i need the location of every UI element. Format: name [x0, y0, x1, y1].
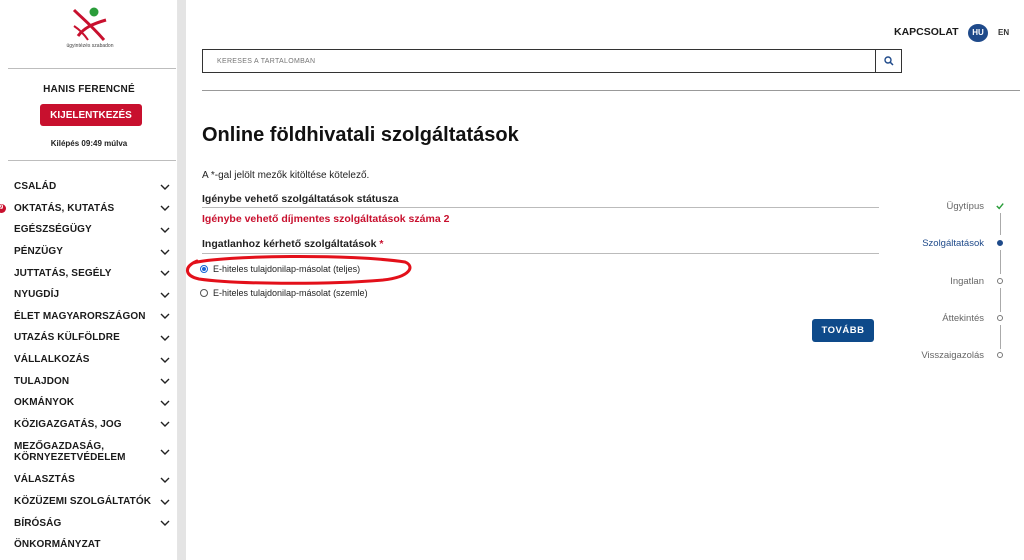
sidebar-item[interactable]: TULAJDON	[0, 370, 178, 392]
sidebar-item[interactable]: KÖZIGAZGATÁS, JOG	[0, 414, 178, 436]
sidebar-item[interactable]: VÁLLALKOZÁS	[0, 349, 178, 371]
sidebar-item-label: MEZŐGAZDASÁG, KÖRNYEZETVÉDELEM	[14, 441, 126, 464]
status-text: Igénybe vehető díjmentes szolgáltatások …	[202, 213, 450, 225]
chevron-down-icon[interactable]	[160, 184, 170, 190]
sidebar-item-label: KÖZIGAZGATÁS, JOG	[14, 418, 122, 430]
chevron-down-icon[interactable]	[160, 335, 170, 341]
sidebar-item-label: ÉLET MAGYARORSZÁGON	[14, 310, 146, 322]
logo-tagline: ügyintézés szabadon	[66, 43, 114, 49]
chevron-down-icon[interactable]	[160, 421, 170, 428]
step-active-dot	[996, 239, 1004, 247]
required-note: A *-gal jelölt mezők kitöltése kötelező.	[202, 170, 370, 181]
chevron-down-icon[interactable]	[160, 378, 170, 385]
search-button[interactable]	[875, 49, 902, 73]
sidebar-item-label: KÖZÜZEMI SZOLGÁLTATÓK	[14, 496, 152, 508]
option-survey-copy[interactable]: E-hiteles tulajdonilap-másolat (szemle)	[200, 288, 368, 298]
search-icon	[883, 56, 894, 66]
step-dot	[996, 351, 1004, 359]
sidebar-item-label: UTAZÁS KÜLFÖLDRE	[14, 332, 120, 344]
chevron-down-icon[interactable]	[160, 313, 170, 320]
sidebar-item-label: ÖNKORMÁNYZAT	[14, 539, 101, 551]
sidebar-item[interactable]: MEZŐGAZDASÁG, KÖRNYEZETVÉDELEM	[0, 435, 178, 469]
option-full-copy[interactable]: E-hiteles tulajdonilap-másolat (teljes)	[200, 264, 360, 274]
chevron-down-icon[interactable]	[160, 357, 170, 363]
chevron-down-icon[interactable]	[160, 499, 170, 505]
option-survey-copy-label: E-hiteles tulajdonilap-másolat (szemle)	[213, 288, 368, 298]
chevron-down-icon[interactable]	[160, 205, 170, 212]
chevron-down-icon[interactable]	[160, 477, 170, 483]
chevron-down-icon[interactable]	[160, 270, 170, 277]
sidebar-item[interactable]: BÍRÓSÁG	[0, 512, 178, 534]
sidebar-item-label: OKTATÁS, KUTATÁS	[14, 202, 115, 214]
sidebar-item-label: EGÉSZSÉGÜGY	[14, 224, 92, 236]
sidebar: ügyintézés szabadon HANIS FERENCNÉ KIJEL…	[0, 0, 178, 560]
chevron-down-icon[interactable]	[160, 449, 170, 456]
step-attekintes: Áttekintés	[942, 313, 984, 324]
logout-timer: Kilépés 09:49 múlva	[50, 139, 128, 148]
chevron-down-icon[interactable]	[160, 400, 170, 406]
header-divider	[202, 90, 1020, 91]
radio-survey-copy[interactable]	[200, 289, 208, 297]
sidebar-item[interactable]: CSALÁD	[0, 176, 178, 198]
sidebar-item[interactable]: JUTTATÁS, SEGÉLY	[0, 262, 178, 284]
option-full-copy-label: E-hiteles tulajdonilap-másolat (teljes)	[213, 264, 361, 274]
step-connector	[999, 325, 1001, 349]
sidebar-item-label: NYUGDÍJ	[14, 289, 60, 301]
sidebar-item-label: CSALÁD	[14, 181, 57, 193]
user-name: HANIS FERENCNÉ	[43, 84, 135, 95]
sidebar-item[interactable]: VÁLASZTÁS	[0, 469, 178, 491]
sidebar-scrollbar[interactable]	[178, 0, 186, 560]
chevron-down-icon[interactable]	[160, 520, 170, 527]
sidebar-item[interactable]: UTAZÁS KÜLFÖLDRE	[0, 327, 178, 349]
sidebar-item-label: OKMÁNYOK	[14, 397, 75, 409]
radio-full-copy[interactable]	[200, 265, 208, 273]
logo[interactable]: ügyintézés szabadon	[60, 6, 120, 56]
page-title: Online földhivatali szolgáltatások	[202, 124, 519, 146]
lang-en-button[interactable]: EN	[998, 28, 1009, 37]
step-dot	[996, 314, 1004, 322]
step-szolgaltatasok: Szolgáltatások	[922, 238, 984, 249]
search-input[interactable]	[202, 49, 875, 73]
section-divider	[202, 253, 879, 254]
services-section-title: Ingatlanhoz kérhető szolgáltatások *	[202, 238, 383, 250]
sidebar-divider	[8, 68, 176, 69]
required-star: *	[379, 238, 384, 250]
chevron-down-icon[interactable]	[160, 292, 170, 298]
logo-icon	[72, 7, 107, 41]
section-divider	[202, 207, 879, 208]
sidebar-item-label: JUTTATÁS, SEGÉLY	[14, 267, 112, 279]
sidebar-item[interactable]: EGÉSZSÉGÜGY	[0, 219, 178, 241]
sidebar-item-label: VÁLLALKOZÁS	[14, 354, 90, 366]
sidebar-item-label: PÉNZÜGY	[14, 246, 64, 258]
step-connector	[999, 250, 1001, 274]
step-connector	[999, 213, 1001, 235]
sidebar-item[interactable]: ÉLET MAGYARORSZÁGON	[0, 306, 178, 328]
step-connector	[999, 288, 1001, 312]
check-icon	[996, 202, 1004, 210]
chevron-down-icon[interactable]	[160, 249, 170, 255]
sidebar-item[interactable]: PÉNZÜGY	[0, 241, 178, 263]
chevron-down-icon[interactable]	[160, 227, 170, 233]
sidebar-item[interactable]: ÖNKORMÁNYZAT	[0, 534, 178, 556]
sidebar-divider	[8, 160, 176, 161]
lang-hu-button[interactable]: HU	[968, 24, 988, 42]
next-button[interactable]: TOVÁBB	[812, 319, 874, 342]
contact-link[interactable]: KAPCSOLAT	[894, 26, 959, 38]
status-section-title: Igénybe vehető szolgáltatások státusza	[202, 193, 399, 205]
sidebar-item[interactable]: OKTATÁS, KUTATÁS	[0, 198, 178, 220]
step-visszaigazolas: Visszaigazolás	[921, 350, 984, 361]
sidebar-item[interactable]: ÖSSZES ÜGYLEÍRÁS	[0, 556, 178, 560]
sidebar-item[interactable]: OKMÁNYOK	[0, 392, 178, 414]
logout-button[interactable]: KIJELENTKEZÉS	[40, 104, 142, 126]
sidebar-item[interactable]: NYUGDÍJ	[0, 284, 178, 306]
sidebar-item-label: VÁLASZTÁS	[14, 474, 75, 486]
sidebar-item-label: BÍRÓSÁG	[14, 517, 62, 529]
sidebar-item[interactable]: KÖZÜZEMI SZOLGÁLTATÓK	[0, 491, 178, 513]
step-ugytipus: Ügytípus	[946, 201, 985, 212]
sidebar-item-label: TULAJDON	[14, 375, 70, 387]
sidebar-menu: CSALÁD OKTATÁS, KUTATÁS EGÉSZSÉGÜGY PÉNZÜGY…	[0, 176, 178, 560]
step-ingatlan: Ingatlan	[950, 276, 984, 287]
step-dot	[996, 277, 1004, 285]
services-section-label: Ingatlanhoz kérhető szolgáltatások	[202, 238, 377, 250]
